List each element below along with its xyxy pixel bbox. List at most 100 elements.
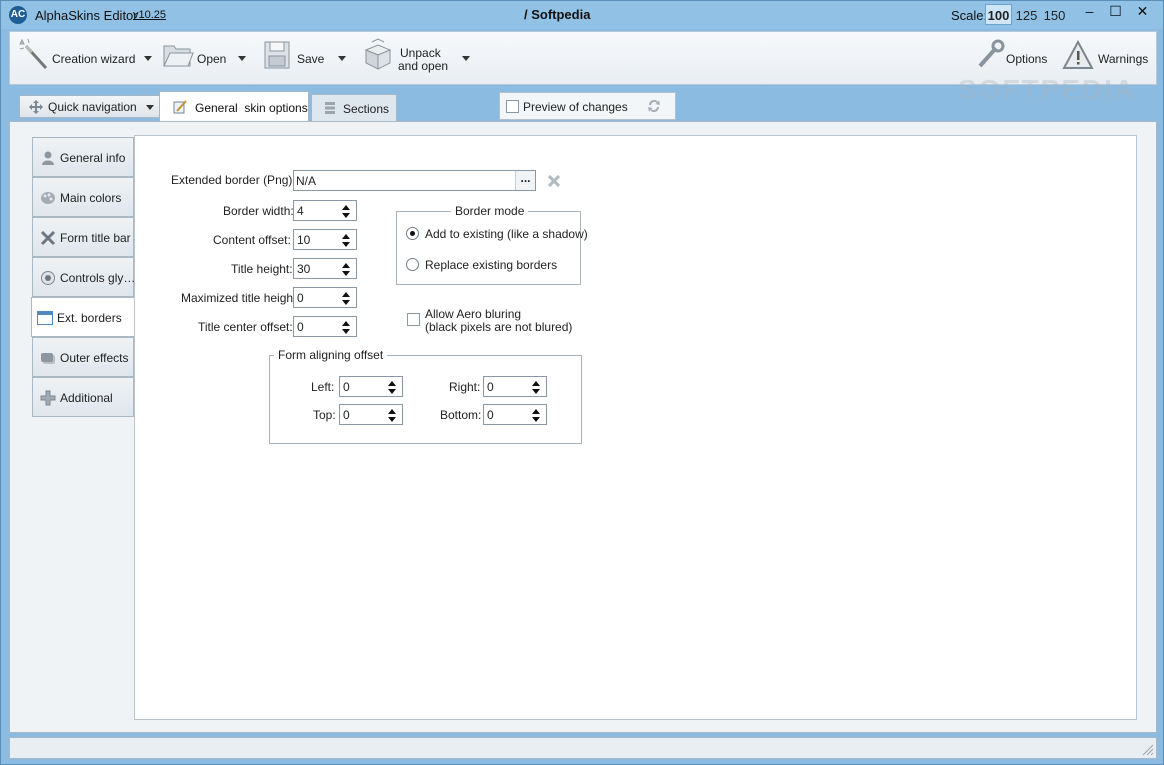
package-box-icon	[364, 38, 392, 70]
decrement-icon[interactable]	[342, 213, 350, 218]
decrement-icon[interactable]	[532, 417, 540, 422]
decrement-icon[interactable]	[342, 242, 350, 247]
align-top-value: 0	[343, 408, 350, 422]
radio-add-label: Add to existing (like a shadow)	[425, 227, 588, 241]
increment-icon[interactable]	[388, 381, 396, 386]
creation-wizard-label: Creation wizard	[52, 52, 136, 66]
increment-icon[interactable]	[342, 205, 350, 210]
increment-icon[interactable]	[342, 234, 350, 239]
border-width-stepper[interactable]: 4	[293, 200, 357, 221]
creation-wizard-dropdown-icon[interactable]	[144, 56, 152, 61]
preview-label: Preview of changes	[523, 100, 628, 114]
browse-button[interactable]: ...	[515, 171, 535, 190]
extended-border-label: Extended border (Png):	[171, 173, 296, 187]
title-height-stepper[interactable]: 30	[293, 258, 357, 279]
align-right-value: 0	[487, 380, 494, 394]
maximize-button[interactable]: ☐	[1102, 1, 1129, 21]
unpack-dropdown-icon[interactable]	[462, 56, 470, 61]
creation-wizard-button[interactable]: Creation wizard	[16, 32, 156, 84]
sidebar-item-ext-borders[interactable]: Ext. borders	[31, 297, 135, 337]
align-left-stepper[interactable]: 0	[339, 376, 403, 397]
sidebar-item-additional[interactable]: Additional	[32, 377, 134, 417]
warnings-label: Warnings	[1098, 52, 1149, 66]
unpack-and-open-button[interactable]: Unpack and open	[362, 32, 474, 84]
align-bottom-stepper[interactable]: 0	[483, 404, 547, 425]
radio-replace-borders[interactable]	[406, 258, 419, 271]
palette-icon	[41, 192, 55, 204]
ext-borders-panel: Extended border (Png): N/A ... Border wi…	[134, 135, 1137, 720]
increment-icon[interactable]	[532, 381, 540, 386]
app-window: AC AlphaSkins Editor v10.25 / Softpedia …	[0, 0, 1164, 765]
align-right-stepper[interactable]: 0	[483, 376, 547, 397]
preview-checkbox[interactable]	[506, 100, 519, 113]
tab-general-skin-options[interactable]: General skin options	[159, 91, 309, 123]
refresh-icon[interactable]	[646, 98, 662, 114]
tab-sections[interactable]: Sections	[311, 94, 397, 122]
increment-icon[interactable]	[342, 263, 350, 268]
unpack-label-line1: Unpack	[400, 46, 441, 60]
sidebar-item-main-colors[interactable]: Main colors	[32, 177, 134, 217]
decrement-icon[interactable]	[388, 389, 396, 394]
decrement-icon[interactable]	[342, 329, 350, 334]
align-bottom-value: 0	[487, 408, 494, 422]
sidebar-item-general-info[interactable]: General info	[32, 137, 134, 177]
sidebar-item-label: Outer effects	[60, 351, 129, 365]
title-center-offset-stepper[interactable]: 0	[293, 316, 357, 337]
radio-add-existing[interactable]	[406, 227, 419, 240]
increment-icon[interactable]	[388, 409, 396, 414]
options-button[interactable]: Options	[974, 32, 1050, 84]
floppy-disk-icon	[264, 41, 290, 69]
save-button[interactable]: Save	[262, 32, 352, 84]
scale-125-button[interactable]: 125	[1013, 4, 1040, 25]
border-mode-group: Border mode Add to existing (like a shad…	[396, 204, 588, 285]
increment-icon[interactable]	[342, 292, 350, 297]
max-title-height-value: 0	[297, 291, 304, 305]
scale-label: Scale:	[951, 8, 988, 23]
resize-grip-icon[interactable]	[1140, 742, 1154, 756]
status-bar	[9, 737, 1157, 759]
app-title: AlphaSkins Editor	[35, 8, 138, 23]
quick-navigation-dropdown[interactable]: Quick navigation	[19, 95, 160, 118]
scale-150-button[interactable]: 150	[1041, 4, 1068, 25]
person-icon	[42, 151, 54, 165]
scale-100-button[interactable]: 100	[985, 4, 1012, 25]
sidebar-item-label: Additional	[60, 391, 113, 405]
warnings-button[interactable]: Warnings	[1062, 32, 1156, 84]
sidebar-item-form-title-bar[interactable]: Form title bar	[32, 217, 134, 257]
form-aligning-offset-group: Form aligning offset Left: 0 Right: 0 To…	[269, 348, 582, 444]
edit-notepad-icon	[173, 100, 187, 114]
clear-x-icon[interactable]	[548, 175, 560, 187]
border-mode-add-option[interactable]: Add to existing (like a shadow)	[406, 226, 588, 242]
sidebar-item-label: General info	[60, 151, 126, 165]
aero-bluring-checkbox[interactable]	[407, 313, 420, 326]
extended-border-field[interactable]: N/A ...	[293, 170, 536, 191]
decrement-icon[interactable]	[388, 417, 396, 422]
minimize-button[interactable]: –	[1076, 1, 1103, 21]
main-toolbar: SOFTPEDIA Creation wizard Open Save Unpa…	[9, 31, 1157, 105]
open-dropdown-icon[interactable]	[238, 56, 246, 61]
align-left-value: 0	[343, 380, 350, 394]
decrement-icon[interactable]	[342, 300, 350, 305]
save-dropdown-icon[interactable]	[338, 56, 346, 61]
close-button[interactable]: ✕	[1129, 1, 1156, 21]
decrement-icon[interactable]	[342, 271, 350, 276]
align-left-label: Left:	[311, 380, 335, 394]
open-button[interactable]: Open	[162, 32, 250, 84]
app-version-link[interactable]: v10.25	[133, 9, 166, 21]
content-offset-stepper[interactable]: 10	[293, 229, 357, 250]
border-mode-replace-option[interactable]: Replace existing borders	[406, 257, 578, 273]
tab-general-label: General skin options	[195, 101, 308, 115]
sidebar-item-outer-effects[interactable]: Outer effects	[32, 337, 134, 377]
chevron-down-icon	[146, 105, 154, 110]
title-bar[interactable]: AC AlphaSkins Editor v10.25 / Softpedia …	[1, 1, 1163, 29]
preview-of-changes[interactable]: Preview of changes	[499, 92, 676, 120]
sidebar-item-controls-glyphs[interactable]: Controls gly…	[32, 257, 136, 297]
increment-icon[interactable]	[532, 409, 540, 414]
decrement-icon[interactable]	[532, 389, 540, 394]
increment-icon[interactable]	[342, 321, 350, 326]
align-top-stepper[interactable]: 0	[339, 404, 403, 425]
list-sections-icon	[325, 102, 335, 114]
sidebar-item-label: Controls gly…	[60, 271, 136, 285]
border-mode-title: Border mode	[451, 204, 529, 218]
max-title-height-stepper[interactable]: 0	[293, 287, 357, 308]
